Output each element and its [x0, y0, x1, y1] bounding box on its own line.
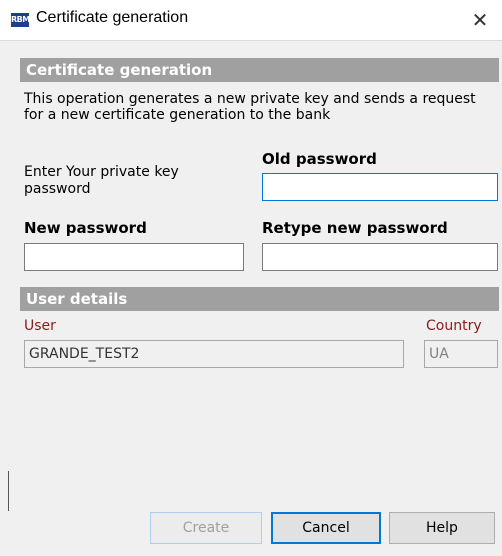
user-details-section-header: User details	[20, 287, 499, 311]
certificate-section-header: Certificate generation	[20, 58, 499, 82]
new-password-input[interactable]	[24, 243, 244, 271]
country-label: Country	[426, 318, 482, 334]
old-password-input[interactable]	[262, 173, 498, 201]
retype-password-label: Retype new password	[262, 219, 448, 237]
help-button[interactable]: Help	[389, 512, 495, 544]
retype-password-input[interactable]	[262, 243, 498, 271]
operation-description: This operation generates a new private k…	[24, 91, 476, 123]
create-button[interactable]: Create	[150, 512, 262, 544]
user-field: GRANDE_TEST2	[24, 340, 404, 368]
left-edge-mark	[8, 471, 9, 511]
window-title: Certificate generation	[36, 9, 189, 26]
enter-key-password-label: Enter Your private key password	[24, 164, 179, 197]
user-label: User	[24, 318, 56, 334]
country-field: UA	[424, 340, 498, 368]
title-bar: RBM Certificate generation ✕	[0, 0, 502, 41]
cancel-button[interactable]: Cancel	[271, 512, 381, 544]
close-icon[interactable]: ✕	[458, 0, 502, 40]
app-icon: RBM	[11, 13, 30, 27]
new-password-label: New password	[24, 219, 147, 237]
old-password-label: Old password	[262, 150, 377, 168]
